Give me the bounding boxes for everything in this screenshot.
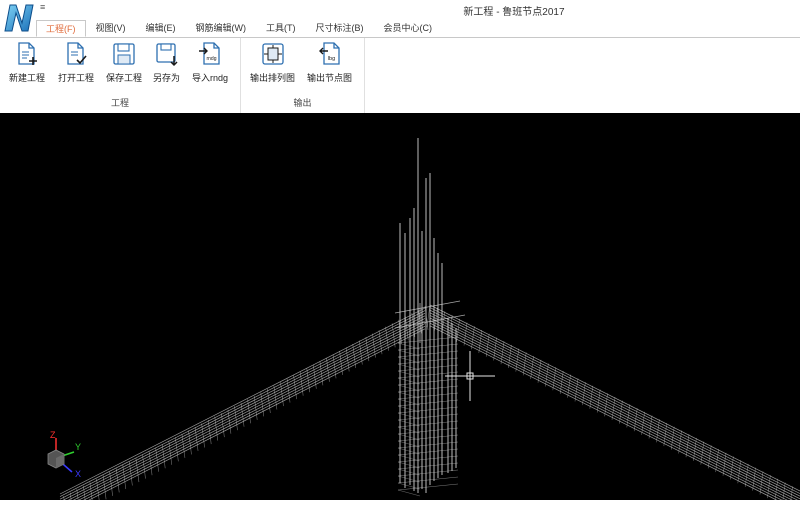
save-as-button[interactable]: 另存为 [153, 41, 180, 84]
tab-member-center[interactable]: 会员中心(C) [374, 20, 443, 37]
rebar-line [397, 413, 459, 421]
open-file-icon [67, 42, 87, 65]
lbg-badge: lbg [327, 56, 334, 62]
tab-project[interactable]: 工程(F) [36, 20, 86, 37]
tab-dimension[interactable]: 尺寸标注(B) [306, 20, 374, 37]
rebar-line [397, 448, 459, 456]
import-rndg-label: 导入rndg [192, 73, 229, 83]
rebar-line [397, 434, 459, 442]
rebar-line [227, 409, 232, 434]
export-layout-label: 输出排列图 [250, 73, 296, 83]
tab-view[interactable]: 视图(V) [86, 20, 136, 37]
tab-rebar-edit[interactable]: 钢筋编辑(W) [186, 20, 257, 37]
rebar-line [397, 406, 459, 414]
axis-z-label: Z [50, 430, 56, 440]
rebar-line [397, 427, 459, 435]
rebar-line [397, 489, 421, 497]
rebar-line [397, 462, 459, 470]
rebar-line [372, 333, 376, 358]
rebar-line [397, 476, 459, 484]
import-rndg-icon: rndg [199, 42, 220, 65]
rebar-line [214, 416, 219, 441]
axis-indicator-icon: Z Y X [47, 430, 81, 479]
rebar-line [201, 423, 205, 448]
save-project-button[interactable]: 保存工程 [106, 41, 142, 84]
rebar-line [188, 430, 192, 455]
rebar-line [397, 455, 459, 463]
rebar-line [378, 330, 383, 355]
rebar-line [59, 312, 426, 500]
open-project-button[interactable]: 打开工程 [58, 41, 94, 84]
export-node-icon: lbg [318, 42, 340, 65]
axis-y-label: Y [75, 442, 81, 452]
tab-edit[interactable]: 编辑(E) [136, 20, 186, 37]
group-output-label: 输出 [293, 98, 312, 108]
import-rndg-button[interactable]: rndg 导入rndg [192, 41, 228, 84]
rebar-line [352, 343, 357, 369]
rebar-line [385, 326, 389, 351]
rebar-line [59, 307, 426, 495]
3d-viewport[interactable]: Z Y X [0, 113, 800, 500]
rebar-line [397, 441, 459, 449]
rebar-line [67, 318, 426, 500]
rebar-line [62, 315, 426, 500]
new-project-button[interactable]: 新建工程 [9, 41, 45, 84]
save-icon [113, 43, 135, 65]
ribbon-group-output: 输出排列图 lbg 输出节点图 输出 [241, 38, 365, 113]
rebar-wireframe-model [59, 138, 800, 500]
export-node-label: 输出节点图 [307, 73, 353, 83]
rebar-line [429, 315, 798, 500]
new-project-label: 新建工程 [9, 73, 46, 83]
group-project-label: 工程 [110, 98, 129, 108]
window-title: 新工程 - 鲁班节点2017 [463, 7, 565, 18]
save-project-label: 保存工程 [106, 73, 143, 83]
rebar-line [397, 469, 459, 477]
save-as-label: 另存为 [153, 73, 181, 83]
rebar-line [359, 340, 363, 365]
rebar-line [365, 337, 370, 362]
export-layout-button[interactable]: 输出排列图 [250, 41, 295, 84]
axis-x-label: X [75, 469, 81, 479]
ribbon-panel: 新建工程 打开工程 保存工程 另存为 rndg 导入rndg 工程 输出排列图 … [0, 37, 800, 114]
export-node-button[interactable]: lbg 输出节点图 [307, 41, 352, 84]
export-layout-icon [261, 43, 284, 65]
title-bar: ≡ 新工程 - 鲁班节点2017 [0, 0, 800, 32]
ribbon-tabs: 工程(F) 视图(V) 编辑(E) 钢筋编辑(W) 工具(T) 尺寸标注(B) … [36, 20, 442, 38]
crosshair-cursor-icon [445, 351, 495, 401]
rebar-line [72, 320, 426, 500]
ribbon-group-project: 新建工程 打开工程 保存工程 另存为 rndg 导入rndg 工程 [0, 38, 241, 113]
rebar-line [207, 420, 212, 445]
open-project-label: 打开工程 [58, 73, 95, 83]
new-file-icon [18, 42, 37, 65]
rebar-line [397, 420, 459, 428]
rebar-line [221, 413, 225, 438]
rebar-line [59, 310, 426, 497]
rndg-badge: rndg [206, 56, 216, 62]
save-as-icon [155, 43, 178, 67]
rebar-line [194, 426, 199, 451]
tab-tools[interactable]: 工具(T) [256, 20, 306, 37]
rebar-line [397, 483, 459, 491]
